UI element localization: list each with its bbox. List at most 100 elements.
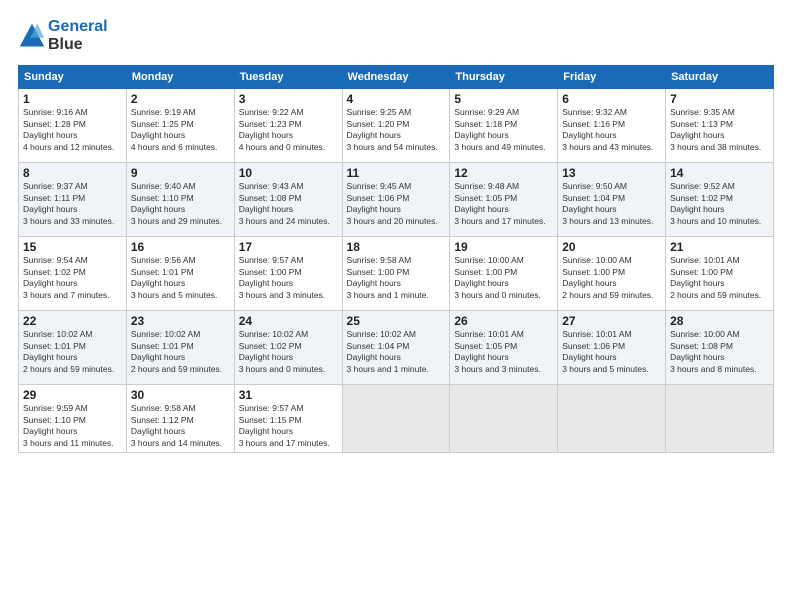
logo-icon — [18, 22, 46, 50]
day-info: Sunrise: 10:02 AMSunset: 1:01 PMDaylight… — [23, 329, 122, 375]
week-row-2: 8Sunrise: 9:37 AMSunset: 1:11 PMDaylight… — [19, 163, 774, 237]
day-cell: 26Sunrise: 10:01 AMSunset: 1:05 PMDaylig… — [450, 311, 558, 385]
day-number: 29 — [23, 388, 122, 402]
header: General Blue — [18, 18, 774, 53]
day-info: Sunrise: 10:00 AMSunset: 1:00 PMDaylight… — [562, 255, 661, 301]
week-row-4: 22Sunrise: 10:02 AMSunset: 1:01 PMDaylig… — [19, 311, 774, 385]
day-cell: 14Sunrise: 9:52 AMSunset: 1:02 PMDayligh… — [666, 163, 774, 237]
day-number: 13 — [562, 166, 661, 180]
day-info: Sunrise: 9:37 AMSunset: 1:11 PMDaylight … — [23, 181, 122, 227]
week-row-1: 1Sunrise: 9:16 AMSunset: 1:28 PMDaylight… — [19, 89, 774, 163]
day-cell: 6Sunrise: 9:32 AMSunset: 1:16 PMDaylight… — [558, 89, 666, 163]
day-cell — [342, 385, 450, 453]
day-info: Sunrise: 9:19 AMSunset: 1:25 PMDaylight … — [131, 107, 230, 153]
col-header-sunday: Sunday — [19, 66, 127, 89]
day-info: Sunrise: 9:29 AMSunset: 1:18 PMDaylight … — [454, 107, 553, 153]
day-info: Sunrise: 9:52 AMSunset: 1:02 PMDaylight … — [670, 181, 769, 227]
day-cell: 1Sunrise: 9:16 AMSunset: 1:28 PMDaylight… — [19, 89, 127, 163]
day-cell: 10Sunrise: 9:43 AMSunset: 1:08 PMDayligh… — [234, 163, 342, 237]
day-number: 22 — [23, 314, 122, 328]
day-info: Sunrise: 9:58 AMSunset: 1:12 PMDaylight … — [131, 403, 230, 449]
day-cell — [450, 385, 558, 453]
day-info: Sunrise: 9:32 AMSunset: 1:16 PMDaylight … — [562, 107, 661, 153]
day-cell: 22Sunrise: 10:02 AMSunset: 1:01 PMDaylig… — [19, 311, 127, 385]
day-cell: 16Sunrise: 9:56 AMSunset: 1:01 PMDayligh… — [126, 237, 234, 311]
day-number: 12 — [454, 166, 553, 180]
day-number: 3 — [239, 92, 338, 106]
calendar-table: SundayMondayTuesdayWednesdayThursdayFrid… — [18, 65, 774, 453]
day-cell: 13Sunrise: 9:50 AMSunset: 1:04 PMDayligh… — [558, 163, 666, 237]
day-info: Sunrise: 9:57 AMSunset: 1:00 PMDaylight … — [239, 255, 338, 301]
day-info: Sunrise: 9:43 AMSunset: 1:08 PMDaylight … — [239, 181, 338, 227]
day-cell: 23Sunrise: 10:02 AMSunset: 1:01 PMDaylig… — [126, 311, 234, 385]
day-info: Sunrise: 10:02 AMSunset: 1:04 PMDaylight… — [347, 329, 446, 375]
day-info: Sunrise: 9:48 AMSunset: 1:05 PMDaylight … — [454, 181, 553, 227]
day-cell: 29Sunrise: 9:59 AMSunset: 1:10 PMDayligh… — [19, 385, 127, 453]
day-cell: 7Sunrise: 9:35 AMSunset: 1:13 PMDaylight… — [666, 89, 774, 163]
week-row-5: 29Sunrise: 9:59 AMSunset: 1:10 PMDayligh… — [19, 385, 774, 453]
day-number: 19 — [454, 240, 553, 254]
col-header-monday: Monday — [126, 66, 234, 89]
day-info: Sunrise: 9:16 AMSunset: 1:28 PMDaylight … — [23, 107, 122, 153]
logo-text: General Blue — [48, 18, 108, 53]
day-cell: 25Sunrise: 10:02 AMSunset: 1:04 PMDaylig… — [342, 311, 450, 385]
week-row-3: 15Sunrise: 9:54 AMSunset: 1:02 PMDayligh… — [19, 237, 774, 311]
day-number: 5 — [454, 92, 553, 106]
calendar-header-row: SundayMondayTuesdayWednesdayThursdayFrid… — [19, 66, 774, 89]
day-cell: 17Sunrise: 9:57 AMSunset: 1:00 PMDayligh… — [234, 237, 342, 311]
page: General Blue SundayMondayTuesdayWednesda… — [0, 0, 792, 463]
day-info: Sunrise: 9:40 AMSunset: 1:10 PMDaylight … — [131, 181, 230, 227]
day-number: 23 — [131, 314, 230, 328]
day-number: 7 — [670, 92, 769, 106]
day-info: Sunrise: 10:00 AMSunset: 1:00 PMDaylight… — [454, 255, 553, 301]
day-cell: 2Sunrise: 9:19 AMSunset: 1:25 PMDaylight… — [126, 89, 234, 163]
day-cell: 21Sunrise: 10:01 AMSunset: 1:00 PMDaylig… — [666, 237, 774, 311]
day-cell: 28Sunrise: 10:00 AMSunset: 1:08 PMDaylig… — [666, 311, 774, 385]
day-info: Sunrise: 10:01 AMSunset: 1:00 PMDaylight… — [670, 255, 769, 301]
day-cell: 9Sunrise: 9:40 AMSunset: 1:10 PMDaylight… — [126, 163, 234, 237]
day-cell: 3Sunrise: 9:22 AMSunset: 1:23 PMDaylight… — [234, 89, 342, 163]
col-header-wednesday: Wednesday — [342, 66, 450, 89]
day-cell: 8Sunrise: 9:37 AMSunset: 1:11 PMDaylight… — [19, 163, 127, 237]
day-number: 17 — [239, 240, 338, 254]
day-number: 16 — [131, 240, 230, 254]
day-number: 8 — [23, 166, 122, 180]
day-number: 28 — [670, 314, 769, 328]
day-info: Sunrise: 9:25 AMSunset: 1:20 PMDaylight … — [347, 107, 446, 153]
day-info: Sunrise: 9:54 AMSunset: 1:02 PMDaylight … — [23, 255, 122, 301]
day-cell: 20Sunrise: 10:00 AMSunset: 1:00 PMDaylig… — [558, 237, 666, 311]
day-number: 1 — [23, 92, 122, 106]
day-info: Sunrise: 10:01 AMSunset: 1:05 PMDaylight… — [454, 329, 553, 375]
day-cell: 27Sunrise: 10:01 AMSunset: 1:06 PMDaylig… — [558, 311, 666, 385]
day-number: 11 — [347, 166, 446, 180]
day-cell: 15Sunrise: 9:54 AMSunset: 1:02 PMDayligh… — [19, 237, 127, 311]
day-cell: 18Sunrise: 9:58 AMSunset: 1:00 PMDayligh… — [342, 237, 450, 311]
day-info: Sunrise: 9:59 AMSunset: 1:10 PMDaylight … — [23, 403, 122, 449]
day-info: Sunrise: 9:57 AMSunset: 1:15 PMDaylight … — [239, 403, 338, 449]
day-cell — [558, 385, 666, 453]
day-number: 4 — [347, 92, 446, 106]
day-info: Sunrise: 10:02 AMSunset: 1:02 PMDaylight… — [239, 329, 338, 375]
col-header-friday: Friday — [558, 66, 666, 89]
day-number: 15 — [23, 240, 122, 254]
day-cell: 31Sunrise: 9:57 AMSunset: 1:15 PMDayligh… — [234, 385, 342, 453]
day-info: Sunrise: 9:35 AMSunset: 1:13 PMDaylight … — [670, 107, 769, 153]
calendar-body: 1Sunrise: 9:16 AMSunset: 1:28 PMDaylight… — [19, 89, 774, 453]
day-cell: 5Sunrise: 9:29 AMSunset: 1:18 PMDaylight… — [450, 89, 558, 163]
day-cell — [666, 385, 774, 453]
day-cell: 19Sunrise: 10:00 AMSunset: 1:00 PMDaylig… — [450, 237, 558, 311]
day-number: 9 — [131, 166, 230, 180]
day-info: Sunrise: 9:50 AMSunset: 1:04 PMDaylight … — [562, 181, 661, 227]
day-info: Sunrise: 9:22 AMSunset: 1:23 PMDaylight … — [239, 107, 338, 153]
day-cell: 30Sunrise: 9:58 AMSunset: 1:12 PMDayligh… — [126, 385, 234, 453]
day-number: 20 — [562, 240, 661, 254]
day-cell: 11Sunrise: 9:45 AMSunset: 1:06 PMDayligh… — [342, 163, 450, 237]
day-info: Sunrise: 10:02 AMSunset: 1:01 PMDaylight… — [131, 329, 230, 375]
day-number: 25 — [347, 314, 446, 328]
day-number: 26 — [454, 314, 553, 328]
day-cell: 12Sunrise: 9:48 AMSunset: 1:05 PMDayligh… — [450, 163, 558, 237]
day-number: 27 — [562, 314, 661, 328]
day-cell: 24Sunrise: 10:02 AMSunset: 1:02 PMDaylig… — [234, 311, 342, 385]
day-info: Sunrise: 9:45 AMSunset: 1:06 PMDaylight … — [347, 181, 446, 227]
col-header-saturday: Saturday — [666, 66, 774, 89]
